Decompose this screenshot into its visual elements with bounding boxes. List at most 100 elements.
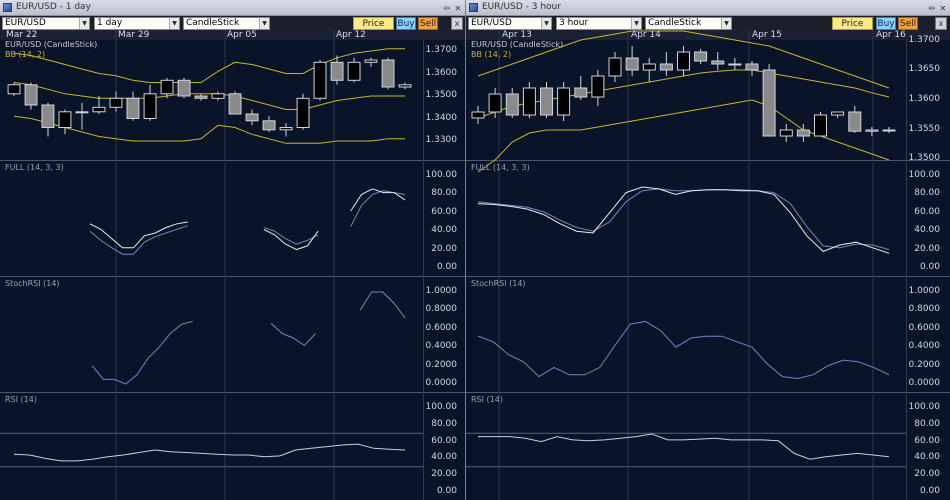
candle-body bbox=[160, 79, 174, 95]
axis-tick-label: 40.00 bbox=[914, 225, 940, 236]
title-bar: EUR/USD - 3 hour ✏ ✕ bbox=[466, 0, 950, 16]
rsi-line bbox=[478, 433, 890, 460]
chevron-down-icon[interactable]: ▼ bbox=[631, 18, 641, 29]
sell-button[interactable]: Sell bbox=[418, 17, 438, 30]
axis-tick-label: 20.00 bbox=[431, 243, 457, 254]
chart-style-select[interactable]: CandleStick ▼ bbox=[183, 17, 270, 30]
symbol-select[interactable]: EUR/USD ▼ bbox=[2, 17, 90, 30]
axis-tick-label: 80.00 bbox=[914, 188, 940, 199]
chart-canvas[interactable] bbox=[0, 30, 465, 500]
price-tick-label: 1.3550 bbox=[908, 124, 941, 134]
axis-tick-label: 0.00 bbox=[919, 486, 940, 496]
interval-select[interactable]: 1 day ▼ bbox=[94, 17, 180, 30]
candle-body bbox=[75, 111, 89, 114]
app-icon bbox=[3, 3, 12, 12]
candle-body bbox=[109, 97, 123, 108]
interval-select[interactable]: 3 hour ▼ bbox=[556, 17, 642, 30]
chart-canvas[interactable] bbox=[466, 30, 950, 500]
sell-button[interactable]: Sell bbox=[898, 17, 918, 30]
candle-body bbox=[126, 97, 140, 120]
pin-icon[interactable]: ✏ bbox=[443, 4, 451, 14]
price-box-button[interactable]: Price Box bbox=[353, 17, 394, 41]
candle-body bbox=[143, 93, 157, 119]
full-d-line bbox=[89, 225, 188, 255]
chart-window-left: EUR/USD - 1 day ✏ ✕ EUR/USD ▼ 1 day ▼ Cand… bbox=[0, 0, 465, 500]
chevron-down-icon[interactable]: ▼ bbox=[169, 18, 179, 29]
window-title: EUR/USD - 3 hour bbox=[482, 2, 561, 12]
close-icon[interactable]: ✕ bbox=[939, 4, 947, 14]
candle-body bbox=[711, 60, 725, 65]
price-box-button[interactable]: Price Box bbox=[832, 17, 873, 41]
axis-tick-label: 100.00 bbox=[425, 402, 458, 412]
buy-button[interactable]: Buy bbox=[396, 17, 416, 30]
candle-body bbox=[642, 63, 656, 71]
pin-icon[interactable]: ✏ bbox=[928, 4, 936, 14]
chevron-down-icon[interactable]: ▼ bbox=[79, 18, 89, 29]
chevron-down-icon[interactable]: ▼ bbox=[259, 18, 269, 29]
candle-body bbox=[92, 106, 106, 113]
candle-body bbox=[279, 127, 293, 131]
stochrsi-line bbox=[359, 291, 406, 319]
symbol-value: EUR/USD bbox=[5, 18, 46, 28]
interval-value: 1 day bbox=[97, 18, 123, 28]
candle-body bbox=[245, 113, 259, 122]
date-label: Apr 13 bbox=[502, 30, 532, 40]
axis-tick-label: 0.6000 bbox=[425, 322, 458, 333]
bb-lower-line bbox=[13, 115, 405, 144]
close-chart-button[interactable]: x bbox=[935, 17, 947, 30]
close-icon[interactable]: ✕ bbox=[454, 4, 462, 14]
candle-body bbox=[177, 79, 191, 97]
date-label: Mar 22 bbox=[6, 30, 38, 40]
candle-body bbox=[814, 114, 827, 137]
chevron-down-icon[interactable]: ▼ bbox=[541, 18, 551, 29]
chart-style-select[interactable]: CandleStick ▼ bbox=[645, 17, 732, 30]
price-tick-label: 1.3300 bbox=[425, 135, 458, 145]
candle-body bbox=[41, 104, 55, 128]
candle-body bbox=[728, 63, 742, 66]
candle-body bbox=[659, 63, 673, 71]
panel-title: StochRSI (14) bbox=[471, 279, 526, 288]
candle-body bbox=[58, 111, 72, 129]
candle-body bbox=[865, 129, 879, 132]
axis-tick-label: 1.0000 bbox=[425, 286, 458, 296]
axis-tick-label: 20.00 bbox=[914, 469, 940, 480]
full-d-line bbox=[477, 188, 890, 251]
axis-tick-label: 20.00 bbox=[431, 469, 457, 480]
axis-tick-label: 60.00 bbox=[431, 206, 457, 217]
candle-body bbox=[762, 69, 776, 137]
candle-body bbox=[398, 84, 412, 88]
candle-body bbox=[694, 51, 708, 62]
candle-body bbox=[488, 93, 502, 113]
axis-tick-label: 80.00 bbox=[431, 188, 457, 199]
axis-tick-label: 0.00 bbox=[436, 486, 457, 496]
axis-tick-label: 0.0000 bbox=[908, 378, 941, 388]
symbol-select[interactable]: EUR/USD ▼ bbox=[468, 17, 552, 30]
price-tick-label: 1.3600 bbox=[425, 67, 458, 78]
axis-tick-label: 40.00 bbox=[431, 452, 457, 463]
axis-tick-label: 80.00 bbox=[431, 418, 457, 429]
panel-subtitle: BB (14, 2) bbox=[5, 50, 46, 59]
app-icon bbox=[469, 3, 478, 12]
chevron-down-icon[interactable]: ▼ bbox=[721, 18, 731, 29]
axis-tick-label: 20.00 bbox=[914, 243, 940, 254]
chart-window-right: EUR/USD - 3 hour ✏ ✕ EUR/USD ▼ 3 hour ▼ Ca… bbox=[466, 0, 950, 500]
axis-tick-label: 100.00 bbox=[908, 402, 941, 412]
price-tick-label: 1.3600 bbox=[908, 94, 941, 104]
axis-tick-label: 80.00 bbox=[914, 418, 940, 429]
axis-tick-label: 60.00 bbox=[431, 435, 457, 446]
candle-body bbox=[677, 51, 690, 71]
candle-body bbox=[557, 87, 571, 116]
candle-body bbox=[848, 111, 862, 132]
candle-body bbox=[831, 111, 845, 116]
bb-upper-line bbox=[13, 48, 405, 83]
bb-mid-line bbox=[477, 69, 890, 119]
axis-tick-label: 0.4000 bbox=[908, 341, 941, 352]
axis-tick-label: 40.00 bbox=[914, 452, 940, 463]
axis-tick-label: 60.00 bbox=[914, 206, 940, 217]
buy-button[interactable]: Buy bbox=[876, 17, 896, 30]
candle-body bbox=[347, 61, 361, 81]
candle-body bbox=[7, 84, 21, 95]
close-chart-button[interactable]: x bbox=[451, 17, 463, 30]
price-tick-label: 1.3700 bbox=[908, 35, 941, 45]
candle-body bbox=[608, 57, 622, 77]
